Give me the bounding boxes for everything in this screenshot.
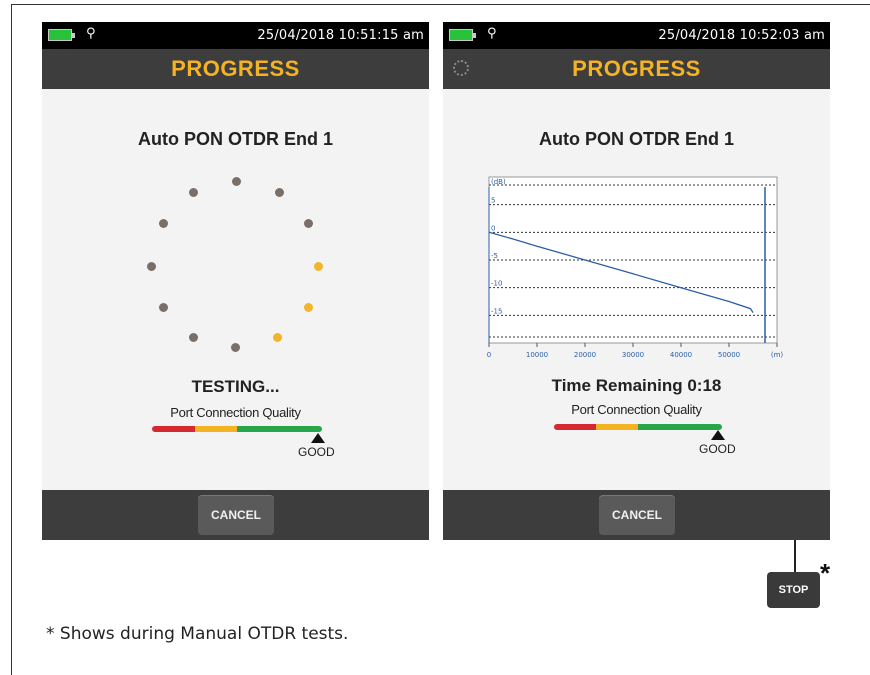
callout-line	[794, 540, 796, 573]
x-tick-label: 40000	[670, 351, 692, 359]
content-area: Auto PON OTDR End 1 5 0 -5 -10 -15 (dB) 0 10000…	[443, 89, 830, 490]
spinner-dot	[189, 333, 198, 342]
x-tick-label: 0	[487, 351, 491, 359]
cancel-button[interactable]: CANCEL	[198, 495, 274, 535]
page-title: PROGRESS	[572, 56, 701, 81]
spinner-dot	[314, 262, 323, 271]
x-tick-label: 30000	[622, 351, 644, 359]
spinner-dot	[231, 343, 240, 352]
quality-meter	[152, 426, 322, 432]
footnote-marker: *	[820, 558, 831, 588]
page-title: PROGRESS	[171, 56, 300, 81]
spinner-dot	[189, 188, 198, 197]
time-remaining: Time Remaining 0:18	[551, 376, 722, 395]
device-screen-trace: ⚲ 25/04/2018 10:52:03 am PROGRESS Auto P…	[443, 22, 830, 540]
frame-border-top	[11, 4, 870, 5]
spinner-dot	[304, 303, 313, 312]
status-text: TESTING...	[191, 377, 280, 396]
x-tick-label: 50000	[718, 351, 740, 359]
y-tick-label: -5	[491, 252, 498, 260]
battery-icon	[449, 29, 476, 41]
y-axis-label: (dB)	[491, 178, 506, 186]
quality-pointer-icon	[711, 430, 725, 440]
spinner-dot	[232, 177, 241, 186]
status-datetime: 25/04/2018 10:52:03 am	[658, 28, 825, 43]
y-tick-label: 0	[491, 224, 495, 232]
y-tick-label: -10	[491, 280, 502, 288]
x-tick-label: (m)	[771, 351, 784, 359]
y-tick-label: 5	[491, 197, 495, 205]
footnote: * Shows during Manual OTDR tests.	[46, 624, 349, 644]
quality-meter	[554, 424, 722, 430]
otdr-trace-chart[interactable]: 5 0 -5 -10 -15 (dB) 0 10000 20000 30000 40000 50000…	[483, 171, 789, 363]
link-icon: ⚲	[487, 26, 497, 41]
spinner-dot	[304, 219, 313, 228]
battery-icon	[48, 29, 75, 41]
title-bar: PROGRESS	[443, 49, 830, 89]
status-datetime: 25/04/2018 10:51:15 am	[257, 28, 424, 43]
spinner-dot	[273, 333, 282, 342]
y-tick-label: -15	[491, 307, 502, 315]
title-bar: PROGRESS	[42, 49, 429, 89]
spinner-dot	[159, 219, 168, 228]
device-screen-testing: ⚲ 25/04/2018 10:51:15 am PROGRESS Auto P…	[42, 22, 429, 540]
stop-button[interactable]: STOP	[767, 572, 820, 608]
port-quality-label: Port Connection Quality	[571, 402, 702, 417]
port-quality-label: Port Connection Quality	[170, 405, 301, 420]
quality-value: GOOD	[699, 442, 736, 456]
quality-pointer-icon	[311, 433, 325, 443]
quality-value: GOOD	[298, 445, 335, 459]
frame-border-left	[11, 4, 12, 675]
content-area: Auto PON OTDR End 1 TESTING... Port Conn…	[42, 89, 429, 490]
spinner-dot	[147, 262, 156, 271]
link-icon: ⚲	[86, 26, 96, 41]
status-bar: ⚲ 25/04/2018 10:51:15 am	[42, 22, 429, 49]
x-tick-label: 20000	[574, 351, 596, 359]
spinner-dot	[159, 303, 168, 312]
cancel-button[interactable]: CANCEL	[599, 495, 675, 535]
x-tick-label: 10000	[526, 351, 548, 359]
busy-spinner-icon	[453, 60, 469, 76]
bottom-bar: CANCEL	[443, 490, 830, 540]
bottom-bar: CANCEL	[42, 490, 429, 540]
spinner-dot	[275, 188, 284, 197]
status-bar: ⚲ 25/04/2018 10:52:03 am	[443, 22, 830, 49]
test-name: Auto PON OTDR End 1	[138, 129, 333, 149]
test-name: Auto PON OTDR End 1	[539, 129, 734, 149]
